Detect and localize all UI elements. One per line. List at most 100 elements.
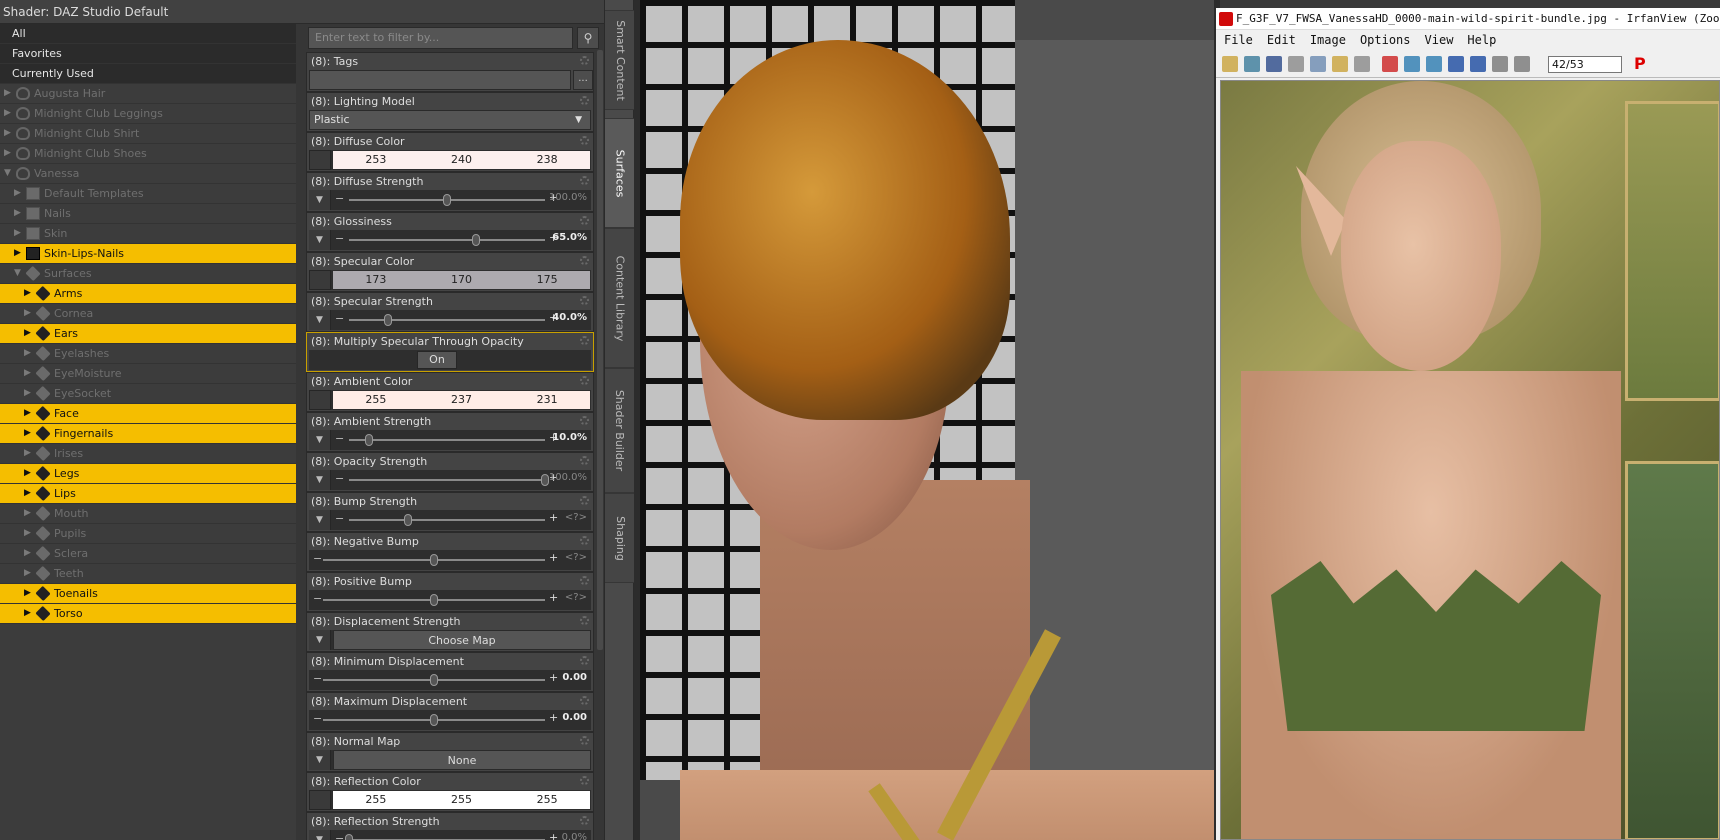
- minus-icon[interactable]: −: [335, 512, 344, 525]
- gear-icon[interactable]: [580, 256, 589, 265]
- plus-icon[interactable]: +: [549, 511, 558, 524]
- undo-icon[interactable]: [1354, 56, 1370, 72]
- search-icon[interactable]: ⚲: [577, 27, 599, 49]
- gear-icon[interactable]: [580, 816, 589, 825]
- color-channel[interactable]: 173: [333, 271, 419, 289]
- slider-track[interactable]: [349, 434, 545, 446]
- lighting-model-dropdown[interactable]: Plastic ▼: [309, 110, 591, 130]
- slider-thumb[interactable]: [430, 674, 438, 686]
- expand-arrow-icon[interactable]: ▶: [24, 544, 31, 563]
- expand-arrow-icon[interactable]: ▶: [24, 424, 31, 443]
- color-values[interactable]: 255 255 255: [333, 791, 590, 809]
- tree-node[interactable]: ▶ Midnight Club Shoes: [0, 144, 296, 164]
- expand-arrow-icon[interactable]: ▶: [24, 364, 31, 383]
- tree-node[interactable]: ▶ Teeth: [0, 564, 296, 584]
- slider-track[interactable]: [349, 474, 549, 486]
- slider-thumb[interactable]: [364, 434, 373, 446]
- minus-icon[interactable]: −: [335, 312, 344, 325]
- minus-icon[interactable]: −: [335, 472, 344, 485]
- slider-value[interactable]: <?>: [565, 552, 587, 563]
- chevron-down-icon[interactable]: ▼: [309, 190, 331, 210]
- gear-icon[interactable]: [580, 136, 589, 145]
- gear-icon[interactable]: [580, 56, 589, 65]
- slider-track[interactable]: [349, 314, 545, 326]
- expand-arrow-icon[interactable]: ▶: [24, 504, 31, 523]
- chevron-down-icon[interactable]: ▼: [309, 470, 331, 490]
- p-button[interactable]: P: [1634, 54, 1646, 73]
- property-scrollbar[interactable]: [597, 50, 603, 650]
- plus-icon[interactable]: +: [549, 831, 558, 840]
- last-icon[interactable]: [1514, 56, 1530, 72]
- tree-node[interactable]: ▶ Nails: [0, 204, 296, 224]
- chevron-down-icon[interactable]: ▼: [309, 510, 331, 530]
- gear-icon[interactable]: [580, 696, 589, 705]
- slider-value[interactable]: <?>: [565, 592, 587, 603]
- slider-thumb[interactable]: [430, 554, 438, 566]
- color-field[interactable]: 255 237 231: [309, 390, 591, 410]
- color-values[interactable]: 253 240 238: [333, 151, 590, 169]
- gear-icon[interactable]: [580, 376, 589, 385]
- minus-icon[interactable]: −: [335, 232, 344, 245]
- color-channel[interactable]: 255: [504, 791, 590, 809]
- color-swatch[interactable]: [309, 390, 331, 410]
- plus-icon[interactable]: +: [549, 551, 558, 564]
- tree-node[interactable]: ▶ Default Templates: [0, 184, 296, 204]
- gear-icon[interactable]: [580, 96, 589, 105]
- chevron-down-icon[interactable]: ▼: [309, 750, 331, 770]
- tree-node[interactable]: ▶ Toenails: [0, 584, 296, 604]
- minus-icon[interactable]: −: [313, 592, 322, 605]
- side-tab[interactable]: Surfaces: [605, 118, 635, 228]
- slider-thumb[interactable]: [541, 474, 549, 486]
- slider-value[interactable]: <?>: [565, 512, 587, 523]
- save-icon[interactable]: [1266, 56, 1282, 72]
- copy-icon[interactable]: [1310, 56, 1326, 72]
- menu-item[interactable]: Edit: [1267, 33, 1296, 47]
- gear-icon[interactable]: [580, 616, 589, 625]
- slider-value[interactable]: 0.00: [562, 712, 587, 723]
- color-channel[interactable]: 238: [504, 151, 590, 169]
- map-button[interactable]: None: [333, 750, 591, 770]
- chevron-down-icon[interactable]: ▼: [309, 310, 331, 330]
- slider-value[interactable]: 100.0%: [549, 192, 587, 203]
- tags-field[interactable]: [309, 70, 571, 90]
- color-channel[interactable]: 237: [419, 391, 505, 409]
- chevron-down-icon[interactable]: ▼: [309, 630, 331, 650]
- expand-arrow-icon[interactable]: ▶: [24, 524, 31, 543]
- slider-value[interactable]: 0.00: [562, 672, 587, 683]
- tree-node[interactable]: ▶ EyeMoisture: [0, 364, 296, 384]
- slider-track[interactable]: [349, 194, 545, 206]
- slider-value[interactable]: 40.0%: [552, 312, 587, 323]
- open-icon[interactable]: [1222, 56, 1238, 72]
- tree-node[interactable]: ▶ Fingernails: [0, 424, 296, 444]
- gear-icon[interactable]: [580, 416, 589, 425]
- gear-icon[interactable]: [580, 536, 589, 545]
- first-icon[interactable]: [1492, 56, 1508, 72]
- plus-icon[interactable]: +: [549, 591, 558, 604]
- side-tab[interactable]: Content Library: [605, 228, 635, 368]
- tree-node[interactable]: ▼ Vanessa: [0, 164, 296, 184]
- tree-node[interactable]: ▼ Surfaces: [0, 264, 296, 284]
- menu-item[interactable]: File: [1224, 33, 1253, 47]
- tree-node[interactable]: ▶ Ears: [0, 324, 296, 344]
- tree-node[interactable]: ▶ Midnight Club Leggings: [0, 104, 296, 124]
- expand-arrow-icon[interactable]: ▶: [14, 204, 21, 223]
- menu-item[interactable]: Image: [1310, 33, 1346, 47]
- minus-icon[interactable]: −: [313, 552, 322, 565]
- tree-node[interactable]: ▶ Sclera: [0, 544, 296, 564]
- expand-arrow-icon[interactable]: ▶: [24, 584, 31, 603]
- tree-node[interactable]: ▶ Lips: [0, 484, 296, 504]
- slider-track[interactable]: [349, 514, 545, 526]
- tree-node[interactable]: ▶ Skin-Lips-Nails: [0, 244, 296, 264]
- color-channel[interactable]: 255: [333, 791, 419, 809]
- slider-track[interactable]: [349, 234, 545, 246]
- info-icon[interactable]: [1382, 56, 1398, 72]
- slider-thumb[interactable]: [384, 314, 393, 326]
- tags-button[interactable]: ...: [573, 70, 593, 90]
- slider-thumb[interactable]: [403, 514, 412, 526]
- slider-thumb[interactable]: [472, 234, 481, 246]
- gear-icon[interactable]: [580, 496, 589, 505]
- gear-icon[interactable]: [580, 176, 589, 185]
- tree-node[interactable]: ▶ Pupils: [0, 524, 296, 544]
- color-swatch[interactable]: [309, 270, 331, 290]
- tree-top-item[interactable]: Currently Used: [0, 64, 296, 84]
